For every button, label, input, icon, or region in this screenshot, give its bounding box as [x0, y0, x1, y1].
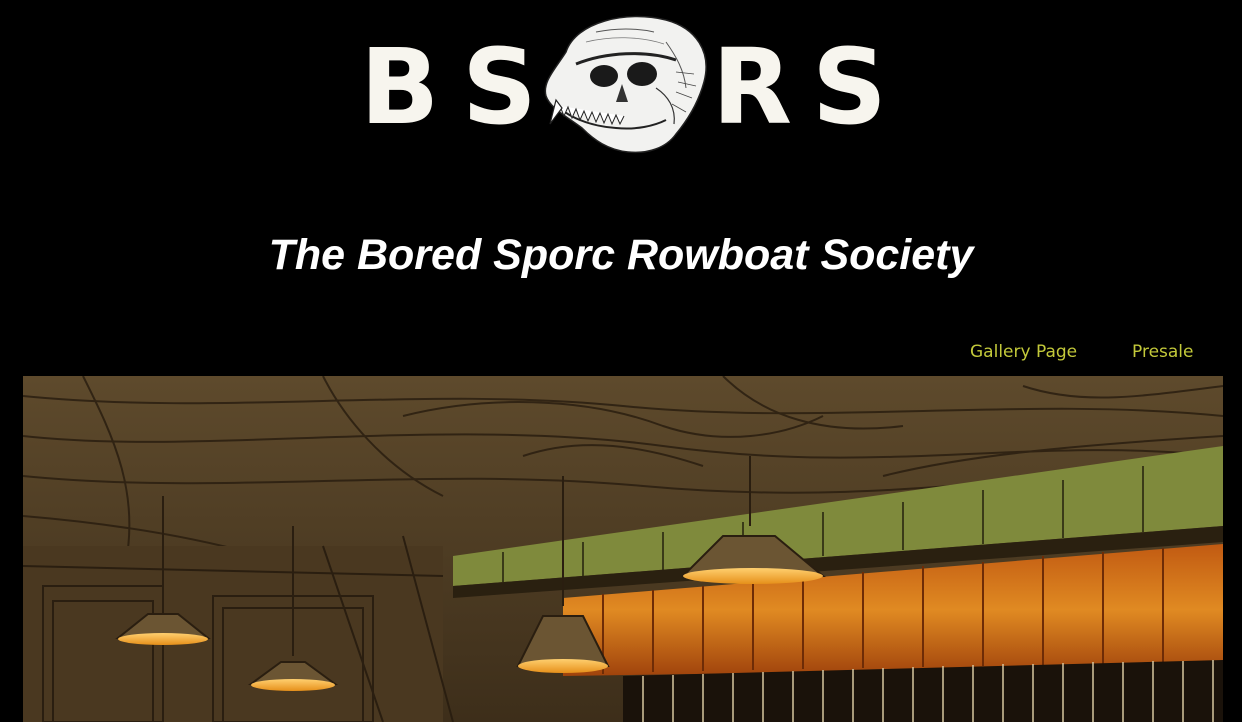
ape-skull-icon [536, 12, 712, 157]
logo-letter-b: B [360, 26, 440, 148]
site-logo[interactable]: B S R S [360, 12, 887, 157]
hero-image [23, 376, 1223, 722]
nav-link-gallery[interactable]: Gallery Page [970, 340, 1077, 364]
nav-link-presale[interactable]: Presale [1132, 340, 1193, 364]
main-nav: Gallery Page Presale [0, 340, 1242, 366]
logo-letter-s: S [462, 26, 537, 148]
logo-letter-r: R [712, 26, 793, 148]
logo-letter-s2: S [812, 26, 887, 148]
site-title: The Bored Sporc Rowboat Society [268, 231, 974, 279]
